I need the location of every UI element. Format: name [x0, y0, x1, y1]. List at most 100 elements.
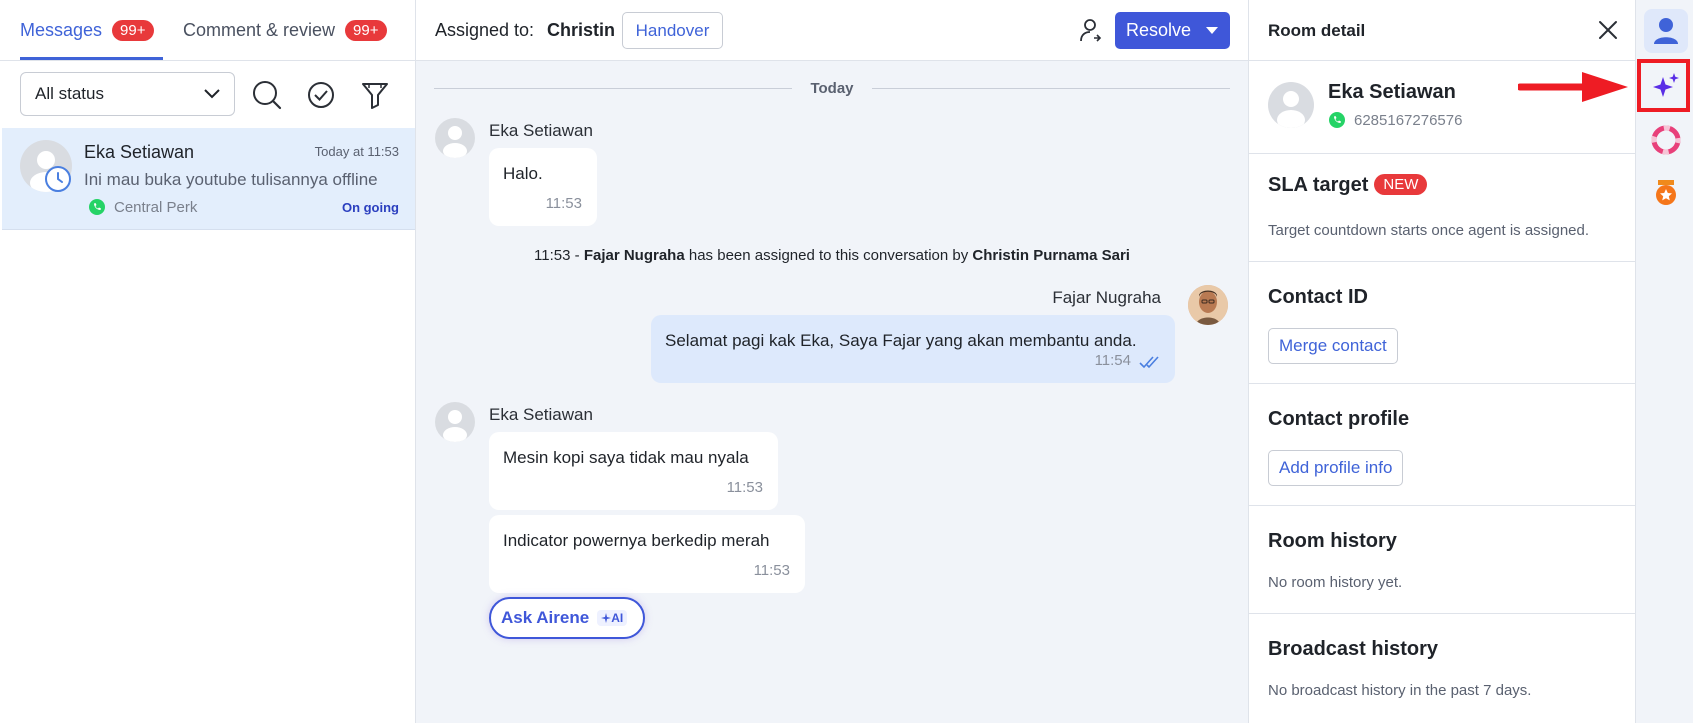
message-bubble: Mesin kopi saya tidak mau nyala 11:53	[489, 432, 778, 510]
message-time: 11:53	[753, 562, 790, 579]
broadcast-history-section: Broadcast history No broadcast history i…	[1249, 614, 1636, 723]
system-message-assigner: Christin Purnama Sari	[972, 247, 1130, 264]
system-message-text: has been assigned to this conversation b…	[688, 247, 969, 264]
day-separator-label: Today	[810, 80, 854, 97]
tab-comment-review[interactable]: Comment & review 99+	[183, 20, 387, 41]
room-history-section: Room history No room history yet.	[1249, 506, 1636, 614]
room-detail-panel: Room detail Eka Setiawan 6285167276576 S…	[1248, 0, 1636, 723]
message-bubble-outgoing: Selamat pagi kak Eka, Saya Fajar yang ak…	[651, 315, 1175, 383]
ai-badge-label: AI	[611, 611, 624, 625]
agent-face-icon	[1188, 285, 1228, 325]
tab-messages-label: Messages	[20, 20, 103, 40]
tab-comment-review-badge: 99+	[345, 20, 387, 41]
funnel-icon[interactable]	[360, 80, 390, 110]
resolve-button-label: Resolve	[1126, 20, 1192, 40]
tab-messages-badge: 99+	[112, 20, 154, 41]
room-status-badge: On going	[341, 200, 399, 215]
contact-id-title: Contact ID	[1268, 286, 1368, 308]
add-profile-info-button[interactable]: Add profile info	[1268, 450, 1404, 486]
active-tab-indicator	[20, 57, 163, 60]
system-message-dash: -	[574, 247, 580, 264]
waiting-clock-icon	[45, 166, 71, 192]
user-placeholder-icon	[443, 410, 467, 442]
room-timestamp: Today at 11:53	[314, 144, 399, 159]
sparkle-icon	[601, 613, 612, 623]
sla-target-title: SLA target NEW	[1268, 174, 1428, 197]
room-filters: All status	[20, 72, 395, 116]
message-sender: Eka Setiawan	[489, 121, 593, 140]
resolve-dropdown-icon[interactable]	[1206, 27, 1218, 34]
room-last-message: Ini mau buka youtube tulisannya offline	[84, 170, 378, 189]
room-detail-title: Room detail	[1268, 21, 1366, 40]
room-channel-name: Central Perk	[114, 198, 198, 216]
message-text: Indicator powernya berkedip merah	[503, 531, 770, 550]
message-time: 11:53	[726, 479, 763, 496]
search-icon[interactable]	[252, 80, 282, 110]
whatsapp-icon	[1329, 112, 1345, 128]
contact-profile-section: Contact profile Add profile info	[1249, 384, 1636, 506]
rail-profile-button[interactable]	[1644, 9, 1688, 53]
contact-phone-number: 6285167276576	[1354, 111, 1463, 129]
tab-messages[interactable]: Messages 99+	[20, 20, 154, 41]
message-sender: Fajar Nugraha	[1052, 288, 1161, 307]
ask-airene-label: Ask Airene	[501, 608, 590, 627]
user-icon	[1654, 18, 1678, 44]
status-select[interactable]: All status	[20, 72, 235, 116]
lifebuoy-icon	[1651, 125, 1681, 155]
sla-target-text: Target countdown starts once agent is as…	[1268, 222, 1590, 239]
new-badge: NEW	[1374, 174, 1428, 195]
status-select-value: All status	[35, 84, 104, 103]
assigned-label: Assigned to:	[435, 20, 535, 40]
message-text: Selamat pagi kak Eka, Saya Fajar yang ak…	[665, 331, 1137, 350]
broadcast-history-title: Broadcast history	[1268, 638, 1439, 660]
check-circle-icon[interactable]	[306, 80, 336, 110]
tab-comment-review-label: Comment & review	[183, 20, 336, 40]
message-text: Halo.	[503, 164, 543, 183]
read-receipt-icon	[1139, 356, 1159, 369]
message-time: 11:53	[545, 195, 582, 212]
contact-avatar	[1268, 82, 1314, 128]
close-icon[interactable]	[1596, 18, 1620, 42]
agent-swap-icon[interactable]	[1077, 16, 1105, 44]
handover-button[interactable]: Handover	[622, 12, 723, 49]
annotation-highlight-box	[1637, 59, 1690, 112]
whatsapp-icon	[89, 199, 105, 215]
message-bubble: Indicator powernya berkedip merah 11:53	[489, 515, 805, 593]
contact-profile-title: Contact profile	[1268, 408, 1410, 430]
ask-airene-button[interactable]: Ask Airene AI	[489, 597, 645, 639]
resolve-button[interactable]: Resolve	[1115, 12, 1230, 49]
broadcast-history-text: No broadcast history in the past 7 days.	[1268, 682, 1532, 699]
room-history-text: No room history yet.	[1268, 574, 1403, 591]
system-message-agent: Fajar Nugraha	[583, 247, 685, 264]
contact-name: Eka Setiawan	[1328, 81, 1456, 103]
message-text: Mesin kopi saya tidak mau nyala	[503, 448, 749, 467]
contact-phone: 6285167276576	[1328, 111, 1462, 129]
merge-contact-button[interactable]: Merge contact	[1268, 328, 1398, 364]
room-list-item[interactable]: Eka Setiawan Today at 11:53 Ini mau buka…	[2, 128, 415, 230]
room-detail-header: Room detail	[1249, 0, 1635, 61]
rail-badge-button[interactable]	[1644, 170, 1688, 214]
system-message-time: 11:53	[534, 247, 571, 264]
message-bubble: Halo. 11:53	[489, 148, 597, 226]
room-contact-name: Eka Setiawan	[84, 142, 195, 162]
user-placeholder-icon	[443, 126, 467, 158]
assigned-agent-name: Christin	[547, 20, 616, 40]
room-list-panel: Messages 99+ Comment & review 99+ All st…	[0, 0, 416, 723]
conversation-header: Assigned to: Christin Handover Resolve	[416, 0, 1248, 61]
customer-avatar	[435, 402, 475, 442]
sla-target-title-text: SLA target	[1268, 174, 1369, 196]
badge-star-icon	[1656, 180, 1676, 205]
message-sender: Eka Setiawan	[489, 405, 593, 424]
room-history-title: Room history	[1268, 530, 1397, 552]
agent-avatar	[1188, 285, 1228, 325]
message-time: 11:54	[1094, 352, 1131, 369]
system-assignment-message: 11:53 - Fajar Nugraha has been assigned …	[416, 247, 1248, 264]
sla-target-section: SLA target NEW Target countdown starts on…	[1249, 154, 1636, 262]
room-channel: Central Perk	[88, 198, 197, 216]
room-list-tabs: Messages 99+ Comment & review 99+	[0, 0, 415, 61]
rail-help-button[interactable]	[1644, 118, 1688, 162]
user-placeholder-icon	[1277, 91, 1305, 128]
chevron-down-icon	[204, 89, 220, 99]
contact-id-section: Contact ID Merge contact	[1249, 262, 1636, 384]
annotation-arrow-icon	[1518, 72, 1628, 102]
